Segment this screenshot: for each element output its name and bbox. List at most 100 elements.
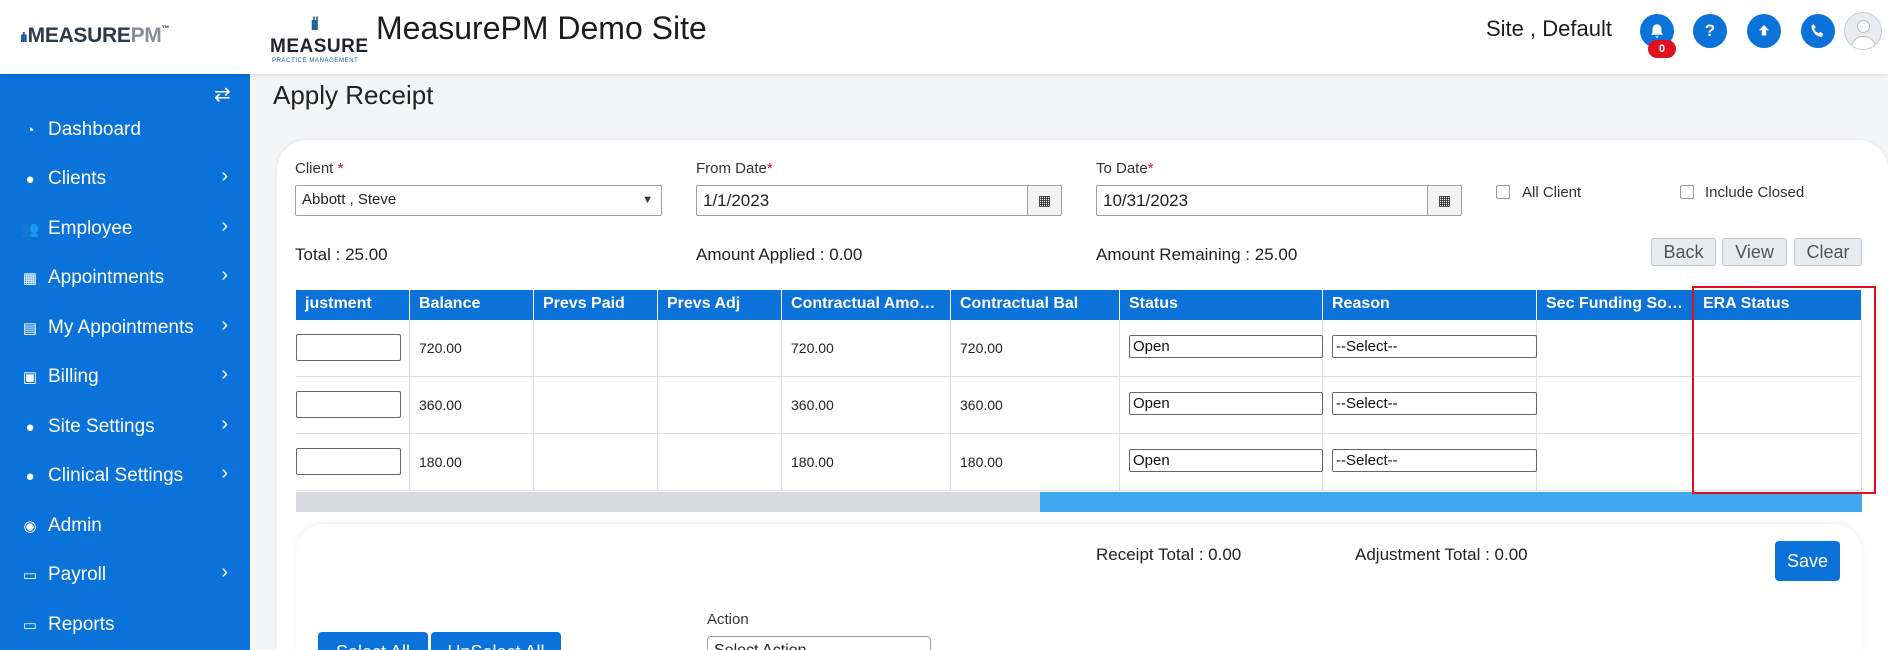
- status-input[interactable]: Open: [1129, 335, 1323, 358]
- user-circle-icon: ◉: [23, 518, 37, 535]
- sidebar-toggle-icon[interactable]: ⇄: [214, 82, 231, 107]
- amount-remaining-text: Amount Remaining : 25.00: [1096, 245, 1298, 264]
- contractual-amount-cell: 720.00: [782, 320, 951, 376]
- era-status-highlight: [1692, 286, 1876, 494]
- site-title: MeasurePM Demo Site: [376, 10, 707, 46]
- client-label: Client *: [295, 160, 344, 177]
- sidebar-item-site-settings[interactable]: ● Site Settings ›: [0, 407, 250, 447]
- adjustment-total-text: Adjustment Total : 0.00: [1355, 545, 1528, 564]
- action-label: Action: [707, 611, 749, 628]
- amount-applied-text: Amount Applied : 0.00: [696, 245, 863, 264]
- to-date-label: To Date*: [1096, 160, 1154, 177]
- status-cell: Open: [1120, 320, 1323, 376]
- contractual-bal-cell: 720.00: [951, 320, 1120, 376]
- to-date-input[interactable]: 10/31/2023 ▦: [1096, 185, 1462, 216]
- sidebar-item-payroll[interactable]: ▭ Payroll ›: [0, 555, 250, 595]
- page-title: Apply Receipt: [273, 80, 434, 110]
- status-input[interactable]: Open: [1129, 392, 1323, 415]
- reason-select[interactable]: --Select--: [1332, 449, 1537, 472]
- scrollbar-thumb[interactable]: [1040, 492, 1862, 512]
- sidebar: ⇄ ◔ Dashboard ● Clients › 👥 Employee › ▦ Appoi…: [0, 74, 250, 650]
- top-header: ılıMEASUREPM™ ılıl MEASURE PRACTICE MANA…: [0, 0, 1888, 74]
- calendar-icon[interactable]: ▦: [1427, 186, 1461, 215]
- contractual-amount-cell: 360.00: [782, 377, 951, 433]
- column-header[interactable]: Reason: [1323, 290, 1537, 320]
- help-icon[interactable]: ?: [1693, 14, 1727, 48]
- back-button[interactable]: Back: [1651, 238, 1716, 266]
- adjustment-input[interactable]: [296, 448, 401, 475]
- clear-button[interactable]: Clear: [1794, 238, 1862, 266]
- sidebar-item-admin[interactable]: ◉ Admin: [0, 506, 250, 546]
- chevron-right-icon: ›: [221, 215, 228, 237]
- from-date-label: From Date*: [696, 160, 773, 177]
- adjustment-input[interactable]: [296, 334, 401, 361]
- chevron-right-icon: ›: [221, 165, 228, 187]
- column-header[interactable]: justment: [296, 290, 410, 320]
- prevs-paid-cell: [534, 320, 658, 376]
- status-input[interactable]: Open: [1129, 449, 1323, 472]
- unselect-all-button[interactable]: UnSelect All: [431, 632, 561, 650]
- column-header[interactable]: Prevs Adj: [658, 290, 782, 320]
- user-avatar[interactable]: [1844, 12, 1882, 50]
- caret-down-icon: ▼: [642, 194, 653, 206]
- building-icon: ▤: [22, 320, 38, 337]
- adjustment-cell: [296, 377, 410, 433]
- chevron-right-icon: ›: [221, 314, 228, 336]
- client-select[interactable]: Abbott , Steve ▼: [295, 185, 662, 216]
- column-header[interactable]: Prevs Paid: [534, 290, 658, 320]
- action-select[interactable]: Select Action⌄: [707, 636, 931, 650]
- sidebar-item-billing[interactable]: ▣ Billing ›: [0, 357, 250, 397]
- column-header[interactable]: Balance: [410, 290, 534, 320]
- calendar-icon[interactable]: ▦: [1027, 186, 1061, 215]
- phone-icon[interactable]: [1801, 14, 1835, 48]
- contractual-bal-cell: 360.00: [951, 377, 1120, 433]
- reason-cell: --Select--: [1323, 320, 1537, 376]
- select-all-button[interactable]: Select All: [318, 632, 428, 650]
- table-row[interactable]: 720.00 720.00 720.00 Open --Select--: [296, 320, 1862, 377]
- prevs-adj-cell: [658, 320, 782, 376]
- upload-icon[interactable]: [1747, 14, 1781, 48]
- prevs-paid-cell: [534, 434, 658, 490]
- site-user[interactable]: Site , Default: [1486, 16, 1612, 42]
- sidebar-item-reports[interactable]: ▭ Reports: [0, 605, 250, 645]
- all-client-checkbox[interactable]: [1496, 185, 1510, 199]
- total-text: Total : 25.00: [295, 245, 388, 264]
- measurepm-logo[interactable]: ılıMEASUREPM™: [20, 24, 169, 48]
- view-button[interactable]: View: [1722, 238, 1787, 266]
- users-icon: 👥: [20, 221, 40, 238]
- table-row[interactable]: 180.00 180.00 180.00 Open --Select--: [296, 434, 1862, 491]
- horizontal-scrollbar[interactable]: [296, 492, 1862, 512]
- chevron-right-icon: ›: [221, 363, 228, 385]
- column-header[interactable]: Contractual Bal: [951, 290, 1120, 320]
- chevron-right-icon: ›: [221, 561, 228, 583]
- prevs-adj-cell: [658, 434, 782, 490]
- user-icon: ●: [25, 170, 35, 188]
- include-closed-label: Include Closed: [1705, 184, 1805, 201]
- sidebar-item-dashboard[interactable]: ◔ Dashboard: [0, 110, 250, 150]
- sidebar-item-appointments[interactable]: ▦ Appointments ›: [0, 258, 250, 298]
- table-row[interactable]: 360.00 360.00 360.00 Open --Select--: [296, 377, 1862, 434]
- sidebar-item-my-appointments[interactable]: ▤ My Appointments ›: [0, 308, 250, 348]
- save-button[interactable]: Save: [1775, 541, 1840, 581]
- all-client-label: All Client: [1522, 184, 1582, 201]
- column-header[interactable]: Status: [1120, 290, 1323, 320]
- notification-badge: 0: [1648, 40, 1676, 58]
- column-header[interactable]: Sec Funding Sou...: [1537, 290, 1694, 320]
- from-date-input[interactable]: 1/1/2023 ▦: [696, 185, 1062, 216]
- column-header[interactable]: Contractual Amou...: [782, 290, 951, 320]
- dashboard-icon: ◔: [25, 121, 35, 139]
- sidebar-item-clients[interactable]: ● Clients ›: [0, 159, 250, 199]
- prevs-adj-cell: [658, 377, 782, 433]
- adjustment-input[interactable]: [296, 391, 401, 418]
- sidebar-item-employee[interactable]: 👥 Employee ›: [0, 209, 250, 249]
- status-cell: Open: [1120, 434, 1323, 490]
- balance-cell: 180.00: [410, 434, 534, 490]
- include-closed-checkbox[interactable]: [1680, 185, 1694, 199]
- chevron-right-icon: ›: [221, 413, 228, 435]
- chevron-down-icon: ⌄: [913, 645, 922, 650]
- site-logo: ılıl MEASURE PRACTICE MANAGEMENT: [270, 14, 369, 64]
- sidebar-item-clinical-settings[interactable]: ● Clinical Settings ›: [0, 456, 250, 496]
- card-icon: ▭: [22, 567, 38, 584]
- reason-select[interactable]: --Select--: [1332, 392, 1537, 415]
- reason-select[interactable]: --Select--: [1332, 335, 1537, 358]
